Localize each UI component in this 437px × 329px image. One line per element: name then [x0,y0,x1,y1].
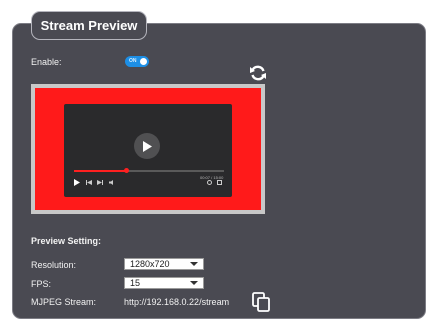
settings-icon[interactable] [207,180,212,185]
progress-handle[interactable] [124,168,129,173]
resolution-select[interactable]: 1280x720 [124,258,204,270]
skip-back-icon[interactable] [86,180,92,185]
fps-select[interactable]: 15 [124,277,204,289]
chevron-down-icon [190,281,198,285]
section-title: Stream Preview [31,11,147,40]
fps-label: FPS: [31,279,52,289]
player-play-icon[interactable] [74,179,80,186]
fullscreen-icon[interactable] [217,180,222,185]
copy-icon[interactable] [252,292,271,312]
preview-setting-heading: Preview Setting: [31,236,102,246]
chevron-down-icon [190,262,198,266]
refresh-icon[interactable] [249,64,267,82]
enable-label: Enable: [31,57,62,67]
resolution-value: 1280x720 [130,259,170,269]
mjpeg-url: http://192.168.0.22/stream [124,297,230,307]
play-button[interactable] [134,133,160,159]
preview-image: 00:07 / 15:00 [35,88,261,210]
play-icon [143,140,152,152]
preview-frame: 00:07 / 15:00 [31,84,265,214]
toggle-knob [140,58,147,65]
toggle-state-text: ON [129,58,137,64]
volume-icon[interactable] [109,180,115,185]
resolution-label: Resolution: [31,260,77,270]
video-player[interactable]: 00:07 / 15:00 [64,104,232,197]
enable-toggle[interactable]: ON [125,56,149,67]
mjpeg-label: MJPEG Stream: [31,297,97,307]
fps-value: 15 [130,278,141,288]
progress-fill [74,170,127,172]
progress-track[interactable] [74,168,224,173]
skip-forward-icon[interactable] [97,180,103,185]
